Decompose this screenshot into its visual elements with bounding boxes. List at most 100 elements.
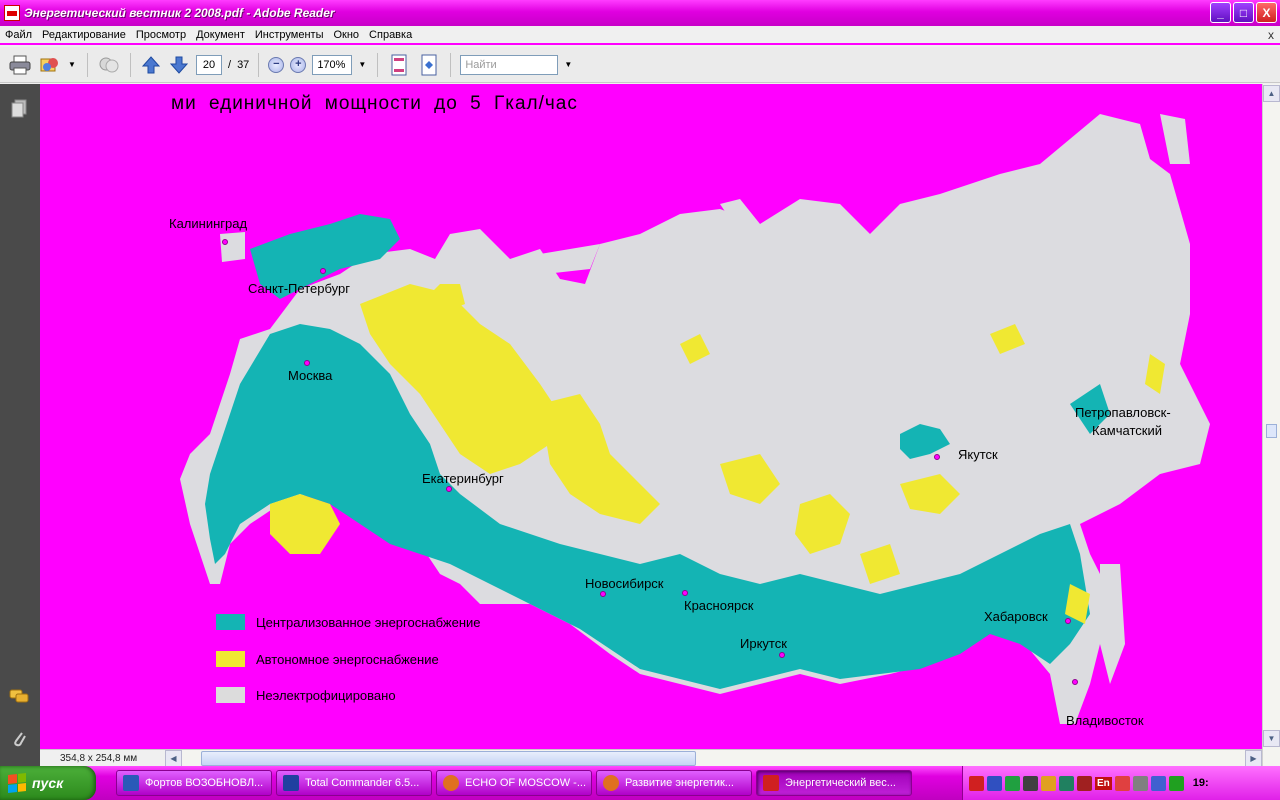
toolbar-divider <box>130 52 131 77</box>
taskbar-item-energy-development[interactable]: Развитие энергетик... <box>596 770 752 796</box>
system-tray: En 19: <box>962 766 1280 800</box>
horizontal-scroll-thumb[interactable] <box>201 750 696 766</box>
city-label-kaliningrad: Калининград <box>169 216 248 231</box>
taskbar-item-word[interactable]: Фортов ВОЗОБНОВЛ... <box>116 770 272 796</box>
toolbar-divider <box>258 52 260 77</box>
tray-icon[interactable] <box>1041 775 1056 791</box>
menu-document[interactable]: Документ <box>191 29 250 41</box>
adobe-reader-icon <box>4 5 20 21</box>
tray-icon[interactable] <box>987 775 1002 791</box>
menu-tools[interactable]: Инструменты <box>250 29 329 41</box>
legend-swatch-centralized <box>216 614 245 630</box>
menu-file[interactable]: Файл <box>0 29 37 41</box>
toolbar: ▼ 20 / 37 − + 170% ▼ Найти ▼ <box>0 47 1280 83</box>
city-marker <box>600 591 606 597</box>
firefox-icon <box>603 775 619 791</box>
scroll-up-icon[interactable]: ▲ <box>1263 85 1280 102</box>
tray-icon[interactable] <box>1132 775 1148 791</box>
firefox-icon <box>443 775 459 791</box>
comments-icon[interactable] <box>8 686 30 708</box>
start-button[interactable]: пуск <box>0 766 96 800</box>
tray-icon[interactable] <box>969 775 984 791</box>
pages-icon[interactable] <box>8 98 30 120</box>
scroll-left-icon[interactable]: ◀ <box>165 749 182 767</box>
clock[interactable]: 19: <box>1193 777 1209 789</box>
taskbar-item-label: Энергетический вес... <box>785 777 896 789</box>
taskbar-item-label: ECHO OF MOSCOW -... <box>465 777 586 789</box>
print-icon[interactable] <box>8 53 32 77</box>
toolbar-divider <box>377 52 379 77</box>
document-close-button[interactable]: x <box>1268 28 1274 42</box>
horizontal-scrollbar[interactable]: ◀ ▶ <box>165 749 1262 767</box>
zoom-level-input[interactable]: 170% <box>312 54 353 75</box>
legend-label-unelectrified: Неэлектрофицировано <box>256 688 396 703</box>
page-number-input[interactable]: 20 <box>196 54 222 75</box>
close-button[interactable]: X <box>1256 2 1277 23</box>
menu-bar: Файл Редактирование Просмотр Документ Ин… <box>0 26 1280 45</box>
toolbar-divider <box>450 52 452 77</box>
legend-label-autonomous: Автономное энергоснабжение <box>256 652 439 667</box>
previous-page-icon[interactable] <box>140 54 162 76</box>
attachments-icon[interactable] <box>8 728 30 750</box>
menu-edit[interactable]: Редактирование <box>37 29 131 41</box>
maximize-button[interactable]: □ <box>1233 2 1254 23</box>
search-input[interactable]: Найти <box>460 54 559 75</box>
city-label-saint-petersburg: Санкт-Петербург <box>248 281 350 296</box>
taskbar-item-adobe-reader[interactable]: Энергетический вес... <box>756 770 912 796</box>
taskbar-item-total-commander[interactable]: Total Commander 6.5... <box>276 770 432 796</box>
search-dropdown-icon[interactable]: ▼ <box>564 60 574 69</box>
language-indicator[interactable]: En <box>1095 776 1112 790</box>
city-marker <box>934 454 940 460</box>
page-total: 37 <box>237 58 250 71</box>
menu-help[interactable]: Справка <box>364 29 417 41</box>
collaborate-icon[interactable] <box>97 53 121 77</box>
tray-icon[interactable] <box>1168 775 1184 791</box>
menu-window[interactable]: Окно <box>328 29 364 41</box>
city-marker <box>779 652 785 658</box>
fit-page-icon[interactable] <box>387 53 411 77</box>
taskbar-item-label: Фортов ВОЗОБНОВЛ... <box>145 777 264 789</box>
city-marker <box>222 239 228 245</box>
floppy-icon <box>283 775 299 791</box>
tray-icon[interactable] <box>1150 775 1166 791</box>
city-marker <box>446 486 452 492</box>
city-label-novosibirsk: Новосибирск <box>585 576 664 591</box>
city-marker <box>1065 618 1071 624</box>
city-label-yekaterinburg: Екатеринбург <box>422 471 504 486</box>
zoom-dropdown-icon[interactable]: ▼ <box>358 60 368 69</box>
vertical-scrollbar[interactable]: ▲ ▼ <box>1262 84 1280 766</box>
next-page-icon[interactable] <box>168 54 190 76</box>
toolbar-divider <box>87 52 88 77</box>
tray-icon[interactable] <box>1059 775 1074 791</box>
legend-swatch-unelectrified <box>216 687 245 703</box>
zoom-in-icon[interactable]: + <box>290 56 307 73</box>
taskbar: пуск Фортов ВОЗОБНОВЛ... Total Commander… <box>0 766 1280 800</box>
tray-icon[interactable] <box>1077 775 1092 791</box>
city-marker <box>682 590 688 596</box>
city-marker <box>320 268 326 274</box>
window-title: Энергетический вестник 2 2008.pdf - Adob… <box>24 6 335 20</box>
tray-icon[interactable] <box>1114 775 1130 791</box>
scroll-down-icon[interactable]: ▼ <box>1263 730 1280 747</box>
chevron-down-icon[interactable]: ▼ <box>68 60 78 69</box>
taskbar-item-label: Total Commander 6.5... <box>305 777 420 789</box>
minimize-button[interactable]: _ <box>1210 2 1231 23</box>
tray-icon[interactable] <box>1023 775 1038 791</box>
menu-view[interactable]: Просмотр <box>131 29 191 41</box>
city-label-kamchatsky: Камчатский <box>1092 423 1162 438</box>
adobe-reader-icon <box>763 775 779 791</box>
fit-width-icon[interactable] <box>417 53 441 77</box>
page-separator: / <box>228 58 232 71</box>
taskbar-item-echo-moscow[interactable]: ECHO OF MOSCOW -... <box>436 770 592 796</box>
document-view[interactable]: ми единичной мощности до 5 Гкал/час Кали… <box>40 84 1262 749</box>
city-marker <box>1072 679 1078 685</box>
zoom-out-icon[interactable]: − <box>268 56 285 73</box>
scroll-right-icon[interactable]: ▶ <box>1245 749 1262 767</box>
city-label-krasnoyarsk: Красноярск <box>684 598 754 613</box>
email-attach-icon[interactable] <box>38 53 62 77</box>
tray-icon[interactable] <box>1005 775 1020 791</box>
vertical-scroll-thumb[interactable] <box>1266 424 1277 438</box>
page-size-label: 354,8 x 254,8 мм <box>60 752 138 764</box>
start-label: пуск <box>32 775 64 791</box>
city-label-petropavlovsk: Петропавловск- <box>1075 405 1171 420</box>
